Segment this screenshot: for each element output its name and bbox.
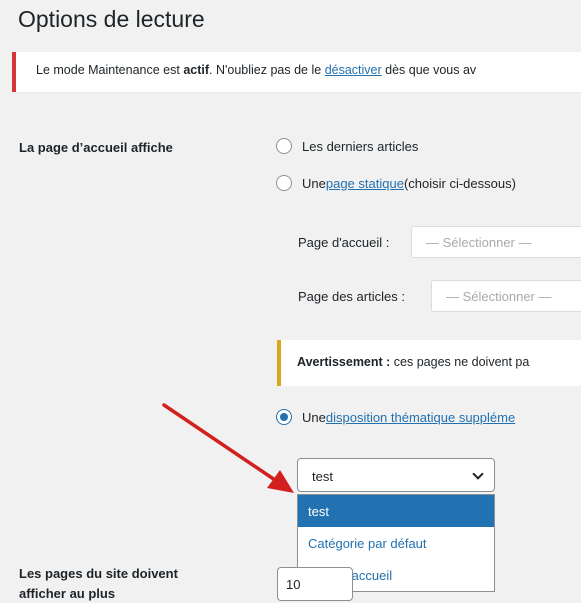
posts-per-page-input[interactable]: 10 xyxy=(277,567,353,601)
radio-circle-icon[interactable] xyxy=(276,175,292,191)
radio-static-page[interactable]: Une page statique (choisir ci-dessous) xyxy=(276,175,516,191)
deactivate-link[interactable]: désactiver xyxy=(325,63,382,77)
theme-layout-link[interactable]: disposition thématique suppléme xyxy=(326,410,515,425)
notice-suffix: dès que vous av xyxy=(381,63,477,77)
radio-theme-prefix: Une xyxy=(302,409,326,425)
homepage-select[interactable]: — Sélectionner — xyxy=(411,226,581,258)
chevron-down-icon xyxy=(472,468,484,480)
dropdown-option[interactable]: test xyxy=(298,495,494,527)
page-title: Options de lecture xyxy=(18,6,205,32)
radio-circle-icon[interactable] xyxy=(276,138,292,154)
notice-prefix: Le mode Maintenance est xyxy=(36,63,184,77)
posts-per-page-label-line2: afficher au plus xyxy=(19,586,116,601)
warning-title: Avertissement : xyxy=(297,355,391,369)
radio-theme-layout[interactable]: Une disposition thématique suppléme xyxy=(276,409,515,425)
radio-static-prefix: Une xyxy=(302,175,326,191)
dropdown-option[interactable]: Catégorie par défaut xyxy=(298,527,494,559)
posts-per-page-label-line1: Les pages du site doivent xyxy=(19,566,178,581)
warning-text: ces pages ne doivent pa xyxy=(390,355,530,369)
homepage-select-label: Page d'accueil : xyxy=(298,235,390,250)
posts-page-select[interactable]: — Sélectionner — xyxy=(431,280,581,312)
notice-status: actif xyxy=(183,63,210,77)
radio-static-suffix: (choisir ci-dessous) xyxy=(403,175,516,191)
posts-page-select-label: Page des articles : xyxy=(298,289,405,304)
layout-select-value: test xyxy=(312,469,333,484)
notice-middle: . N'oubliez pas de le xyxy=(209,63,325,77)
warning-notice: Avertissement : ces pages ne doivent pa xyxy=(277,340,581,386)
radio-latest-posts[interactable]: Les derniers articles xyxy=(276,138,418,154)
radio-latest-label: Les derniers articles xyxy=(302,138,419,154)
static-page-link[interactable]: page statique xyxy=(326,176,404,191)
front-page-label: La page d’accueil affiche xyxy=(19,140,173,155)
annotation-arrow-icon xyxy=(162,403,294,493)
layout-select[interactable]: test xyxy=(297,458,495,492)
maintenance-notice: Le mode Maintenance est actif. N'oubliez… xyxy=(12,52,581,92)
